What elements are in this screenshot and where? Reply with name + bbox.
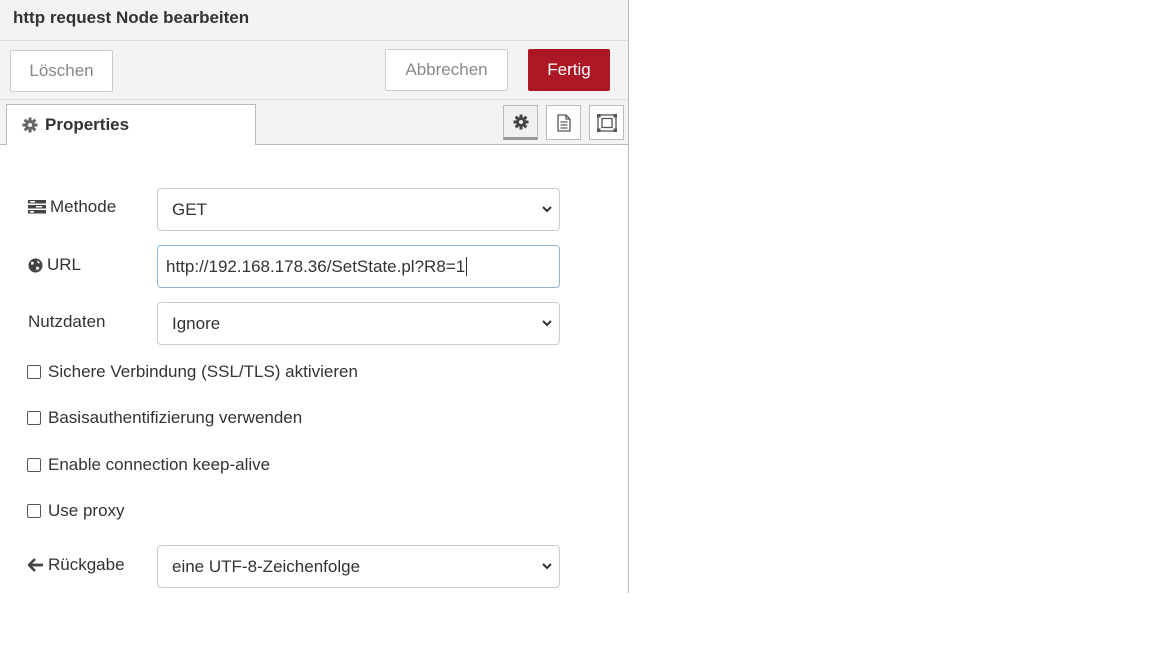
appearance-tab-button[interactable] xyxy=(589,105,624,140)
ssl-checkbox[interactable] xyxy=(27,365,41,379)
proxy-checkbox-label: Use proxy xyxy=(48,501,125,520)
url-label-text: URL xyxy=(47,255,82,274)
payload-label: Nutzdaten xyxy=(28,312,106,332)
chevron-down-icon xyxy=(542,206,552,213)
globe-icon xyxy=(28,258,43,272)
basic-auth-checkbox-row[interactable]: Basisauthentifizierung verwenden xyxy=(27,408,302,428)
ssl-checkbox-label: Sichere Verbindung (SSL/TLS) aktivieren xyxy=(48,362,358,381)
payload-select[interactable]: Ignore xyxy=(157,302,560,345)
proxy-checkbox[interactable] xyxy=(27,504,41,518)
keep-alive-checkbox-row[interactable]: Enable connection keep-alive xyxy=(27,455,270,475)
proxy-checkbox-row[interactable]: Use proxy xyxy=(27,501,125,521)
dialog-toolbar: Löschen Abbrechen Fertig xyxy=(0,41,628,100)
url-input[interactable]: http://192.168.178.36/SetState.pl?R8=1 xyxy=(157,245,560,288)
return-label-text: Rückgabe xyxy=(48,555,125,574)
ssl-checkbox-row[interactable]: Sichere Verbindung (SSL/TLS) aktivieren xyxy=(27,362,358,382)
return-value: eine UTF-8-Zeichenfolge xyxy=(172,556,361,576)
basic-auth-checkbox[interactable] xyxy=(27,411,41,425)
chevron-down-icon xyxy=(542,563,552,570)
frame-icon xyxy=(596,113,617,132)
payload-value: Ignore xyxy=(172,313,221,333)
url-label: URL xyxy=(28,255,81,275)
method-value: GET xyxy=(172,199,207,219)
arrow-left-icon xyxy=(28,558,43,572)
edit-dialog: http request Node bearbeiten Löschen Abb… xyxy=(0,0,629,593)
gear-icon xyxy=(513,114,528,129)
cancel-button[interactable]: Abbrechen xyxy=(385,49,508,91)
chevron-down-icon xyxy=(542,320,552,327)
description-tab-button[interactable] xyxy=(546,105,581,140)
text-cursor xyxy=(466,257,468,276)
method-label-text: Methode xyxy=(50,197,117,216)
delete-button[interactable]: Löschen xyxy=(10,50,113,92)
list-icon xyxy=(28,200,46,214)
document-icon xyxy=(556,113,571,132)
tab-properties-label: Properties xyxy=(45,115,130,134)
keep-alive-checkbox[interactable] xyxy=(27,458,41,472)
return-label: Rückgabe xyxy=(28,555,125,575)
url-value: http://192.168.178.36/SetState.pl?R8=1 xyxy=(166,256,466,276)
payload-label-text: Nutzdaten xyxy=(28,312,106,331)
method-label: Methode xyxy=(28,197,116,217)
dialog-header: http request Node bearbeiten xyxy=(0,0,628,41)
node-properties-tab-button[interactable] xyxy=(503,105,538,140)
basic-auth-checkbox-label: Basisauthentifizierung verwenden xyxy=(48,408,303,427)
dialog-title: http request Node bearbeiten xyxy=(13,8,250,27)
done-button[interactable]: Fertig xyxy=(528,49,610,91)
tab-properties[interactable]: Properties xyxy=(6,104,256,145)
keep-alive-checkbox-label: Enable connection keep-alive xyxy=(48,455,271,474)
gear-icon xyxy=(22,117,38,133)
method-select[interactable]: GET xyxy=(157,188,560,231)
tab-bar: Properties xyxy=(0,100,628,145)
return-select[interactable]: eine UTF-8-Zeichenfolge xyxy=(157,545,560,588)
